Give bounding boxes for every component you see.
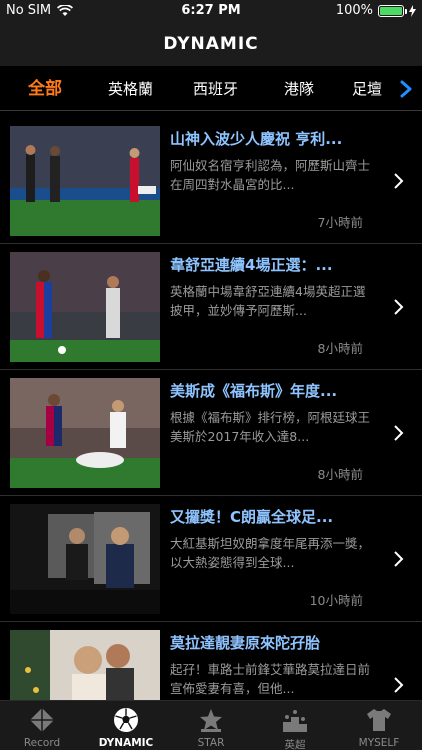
news-time: 8小時前 [317,341,363,356]
news-title: 美斯成《福布斯》年度... [170,382,338,400]
tab-star[interactable]: STAR [169,701,253,750]
tab-label: MYSELF [358,737,400,749]
charging-icon [409,4,416,17]
news-item[interactable]: 山神入波少人慶祝 亨利... 阿仙奴名宿亨利認為，阿歷斯山齊士在周四對水晶宮的比… [0,118,422,244]
news-item[interactable]: 美斯成《福布斯》年度... 根據《福布斯》排行榜，阿根廷球王美斯於2017年收入… [0,370,422,496]
news-item[interactable]: 又攞獎！C朗贏全球足... 大紅基斯坦奴朗拿度年尾再添一獎，以大熱姿態得到全球.… [0,496,422,622]
news-thumbnail [10,252,160,362]
star-icon [200,709,222,732]
news-summary: 英格蘭中場韋舒亞連續4場英超正選披甲，並妙傳予阿歷斯... [170,284,366,318]
tab-football[interactable]: 足壇 [352,66,382,112]
news-summary: 阿仙奴名宿亨利認為，阿歷斯山齊士在周四對水晶宮的比... [170,158,371,192]
news-thumbnail [10,630,160,700]
news-thumbnail [10,126,160,236]
scroll-right-arrow-icon[interactable] [396,79,416,99]
tab-spain[interactable]: 西班牙 [193,66,238,112]
chevron-right-icon [394,425,404,441]
news-item[interactable]: 韋舒亞連續4場正選：... 英格蘭中場韋舒亞連續4場英超正選披甲，並妙傳予阿歷斯… [0,244,422,370]
status-right: 100% [336,3,416,18]
category-tabs: 全部 英格蘭 西班牙 港隊 足壇 [0,66,422,112]
tab-dynamic[interactable]: DYNAMIC [84,701,168,750]
chevron-right-icon [394,299,404,315]
tab-premier-league[interactable]: 英超 [253,701,337,750]
news-summary: 根據《福布斯》排行榜，阿根廷球王美斯於2017年收入達8... [170,410,371,444]
news-title: 韋舒亞連續4場正選：... [170,256,333,274]
tab-hk-team[interactable]: 港隊 [284,66,314,112]
tabs-divider [0,110,422,111]
news-summary: 大紅基斯坦奴朗拿度年尾再添一獎，以大熱姿態得到全球... [170,536,371,570]
news-time: 7小時前 [317,215,363,230]
chevron-right-icon [394,173,404,189]
news-summary: 起孖！車路士前鋒艾華路莫拉達日前宣佈愛妻有喜，但他... [170,662,371,696]
tab-label: 英超 [284,739,306,750]
record-icon [30,708,54,732]
battery-percent: 100% [335,3,373,18]
tab-label: DYNAMIC [98,737,154,749]
news-time: 8小時前 [317,467,363,482]
chevron-right-icon [394,551,404,567]
chevron-right-icon [394,677,404,693]
tab-label: STAR [197,737,225,749]
soccer-ball-icon [114,708,138,732]
tab-record[interactable]: Record [0,701,84,750]
page-title: DYNAMIC [163,34,259,54]
news-title: 莫拉達靚妻原來陀孖胎 [170,634,321,652]
news-list: 山神入波少人慶祝 亨利... 阿仙奴名宿亨利認為，阿歷斯山齊士在周四對水晶宮的比… [0,118,422,700]
news-thumbnail [10,378,160,488]
jersey-icon [367,709,391,731]
tab-england[interactable]: 英格蘭 [108,66,153,112]
status-bar: No SIM 6:27 PM 100% [0,0,422,22]
nav-bar: DYNAMIC [0,22,422,66]
battery-icon [378,4,407,17]
news-time: 10小時前 [309,593,363,608]
bottom-tab-bar: Record DYNAMIC STAR 英超 MYSELF [0,700,422,750]
news-item[interactable]: 莫拉達靚妻原來陀孖胎 起孖！車路士前鋒艾華路莫拉達日前宣佈愛妻有喜，但他... [0,622,422,700]
tab-label: Record [23,737,61,749]
podium-icon [283,710,307,732]
tab-myself[interactable]: MYSELF [337,701,421,750]
news-title: 又攞獎！C朗贏全球足... [170,508,334,526]
news-title: 山神入波少人慶祝 亨利... [170,130,343,148]
tab-all[interactable]: 全部 [28,66,62,112]
news-thumbnail [10,504,160,614]
